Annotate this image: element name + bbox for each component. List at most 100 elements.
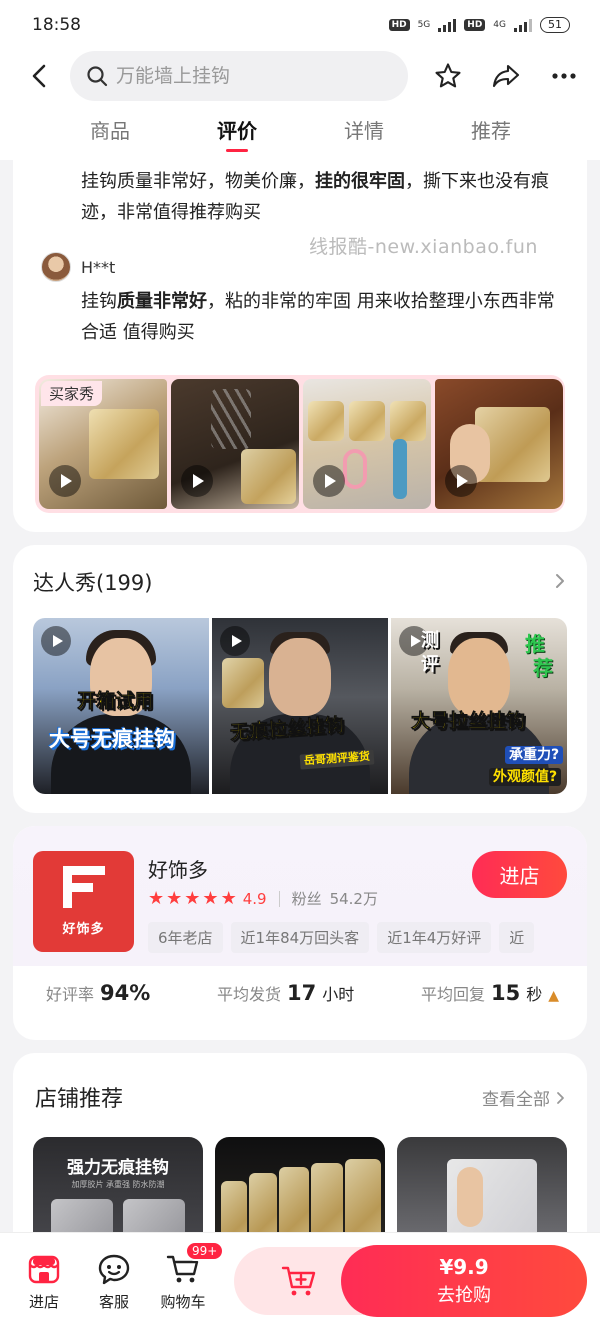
cart-nav-button[interactable]: 99+ 购物车: [153, 1241, 225, 1312]
stat-label: 平均发货: [216, 985, 281, 1004]
shop-stats: 好评率 94% 平均发货 17 小时 平均回复 15 秒 ▲: [13, 981, 587, 1005]
tab-product[interactable]: 商品: [65, 102, 155, 160]
buyer-video-3[interactable]: [303, 379, 431, 509]
store-nav-button[interactable]: 进店: [14, 1253, 74, 1312]
stat-reply-time: 平均回复 15 秒 ▲: [421, 981, 559, 1005]
fans-count: 54.2万: [329, 890, 378, 908]
buyer-photo-strip: 买家秀: [35, 375, 565, 513]
video-side-label: 评: [421, 654, 439, 675]
shop-tags: 6年老店 近1年84万回头客 近1年4万好评 近: [148, 922, 552, 953]
cart-nav-label: 购物车: [160, 1293, 206, 1311]
review-card: 挂钩质量非常好，物美价廉，挂的很牢固，撕下来也没有痕迹，非常值得推荐购买 线报酷…: [13, 160, 587, 532]
talent-video-2[interactable]: 无痕拉丝挂钩 岳哥测评鉴货: [212, 618, 388, 794]
store-nav-label: 进店: [28, 1293, 59, 1311]
shop-name[interactable]: 好饰多: [148, 854, 208, 883]
fans-label: 粉丝: [291, 890, 322, 908]
stat-label: 好评率: [46, 985, 95, 1004]
see-all-link[interactable]: 查看全部: [482, 1085, 565, 1110]
network-4g-label: 4G: [493, 19, 506, 30]
status-time: 18:58: [32, 15, 81, 35]
hook-image: [222, 658, 264, 708]
shop-logo[interactable]: 好饰多: [33, 851, 134, 952]
stat-value: 94%: [100, 981, 151, 1005]
buyer-video-2[interactable]: [171, 379, 299, 509]
review-text-highlight: 挂的很牢固: [315, 171, 405, 192]
status-bar: 18:58 HD 5G HD 4G 51: [0, 0, 600, 50]
shop-tag: 近1年4万好评: [377, 922, 492, 953]
avatar: [41, 252, 71, 282]
hook-image: [89, 409, 159, 479]
signal-icon: [438, 18, 457, 32]
share-icon: [492, 64, 520, 88]
video-question: 外观颜值?: [489, 768, 562, 787]
more-button[interactable]: [544, 56, 584, 96]
play-icon: [313, 465, 345, 497]
back-icon: [32, 64, 46, 88]
see-all-label: 查看全部: [482, 1090, 550, 1110]
chevron-right-icon[interactable]: [555, 573, 565, 589]
talent-show-title[interactable]: 达人秀(199): [33, 567, 152, 597]
review-text-1: 挂钩质量非常好，物美价廉，挂的很牢固，撕下来也没有痕迹，非常值得推荐购买: [81, 166, 571, 228]
shop-logo-text: 好饰多: [62, 922, 105, 937]
shop-rating: 4.9: [242, 889, 267, 908]
pink-tool-image: [343, 449, 367, 489]
search-input[interactable]: [116, 65, 376, 87]
shop-rating-row: ★ ★ ★ ★ ★ 4.9 粉丝 54.2万: [148, 888, 378, 909]
thumbs-up-icon: ▲: [548, 988, 559, 1004]
review-text-segment: 挂钩: [81, 291, 117, 312]
store-recommend-title: 店铺推荐: [35, 1087, 124, 1112]
star-icon: ★: [148, 887, 165, 909]
video-caption: 开箱试用: [77, 690, 154, 712]
chevron-right-icon: [557, 1091, 564, 1104]
review-user[interactable]: H**t: [41, 252, 115, 282]
hooks-pile-image: [211, 389, 251, 449]
person-face: [269, 638, 331, 716]
stat-unit: 小时: [322, 985, 355, 1004]
stat-label: 平均回复: [420, 985, 485, 1004]
back-button[interactable]: [20, 56, 60, 96]
talent-video-list: 开箱试用 大号无痕挂钩 无痕拉丝挂钩 岳哥测评鉴货 测 评 推 荐 大号拉丝挂钩…: [33, 618, 567, 794]
tab-recommend[interactable]: 推荐: [446, 102, 536, 160]
buy-label: 去抢购: [437, 1285, 491, 1306]
enter-shop-button[interactable]: 进店: [472, 851, 567, 898]
favorite-button[interactable]: [428, 56, 468, 96]
tab-details[interactable]: 详情: [319, 102, 409, 160]
add-to-cart-icon: [281, 1266, 316, 1296]
talent-video-3[interactable]: 测 评 推 荐 大号拉丝挂钩 承重力? 外观颜值?: [391, 618, 567, 794]
shop-tag: 6年老店: [148, 922, 223, 953]
video-recommend-label: 推: [525, 632, 545, 656]
divider: [278, 890, 280, 907]
product-caption: 强力无痕挂钩: [67, 1158, 169, 1178]
product-subcaption: 加厚胶片 承重强 防水防潮: [71, 1180, 165, 1189]
play-icon: [41, 626, 71, 656]
hook-image: [349, 401, 385, 441]
top-header: [0, 50, 600, 102]
buy-now-button[interactable]: ¥9.9 去抢购: [341, 1245, 587, 1317]
buyer-video-1[interactable]: 买家秀: [39, 379, 167, 509]
stat-good-rate: 好评率 94%: [46, 981, 150, 1005]
tab-bar: 商品 评价 详情 推荐: [0, 102, 600, 160]
person-face: [448, 638, 510, 716]
search-bar[interactable]: [70, 51, 408, 101]
cart-count-badge: 99+: [185, 1241, 225, 1261]
share-button[interactable]: [486, 56, 526, 96]
hd-badge-2: HD: [464, 19, 486, 31]
video-question: 承重力?: [505, 746, 564, 765]
service-nav-label: 客服: [98, 1293, 129, 1311]
stat-value: 17: [287, 981, 317, 1005]
store-icon: [28, 1255, 60, 1284]
bottom-action-bar: 进店 客服 99+ 购物车 ¥9.9 去抢购: [0, 1232, 600, 1333]
search-icon: [87, 66, 108, 87]
buyer-video-4[interactable]: [435, 379, 563, 509]
play-icon: [445, 465, 477, 497]
tab-reviews[interactable]: 评价: [192, 102, 282, 160]
talent-video-1[interactable]: 开箱试用 大号无痕挂钩: [33, 618, 209, 794]
battery-icon: 51: [540, 17, 570, 33]
service-nav-button[interactable]: 客服: [84, 1253, 144, 1312]
hook-image: [390, 401, 426, 441]
hook-image: [308, 401, 344, 441]
blue-tool-image: [393, 439, 407, 499]
video-caption: 大号无痕挂钩: [49, 727, 175, 751]
shop-tag: 近1年84万回头客: [230, 922, 370, 953]
star-icon: ★: [220, 887, 237, 909]
